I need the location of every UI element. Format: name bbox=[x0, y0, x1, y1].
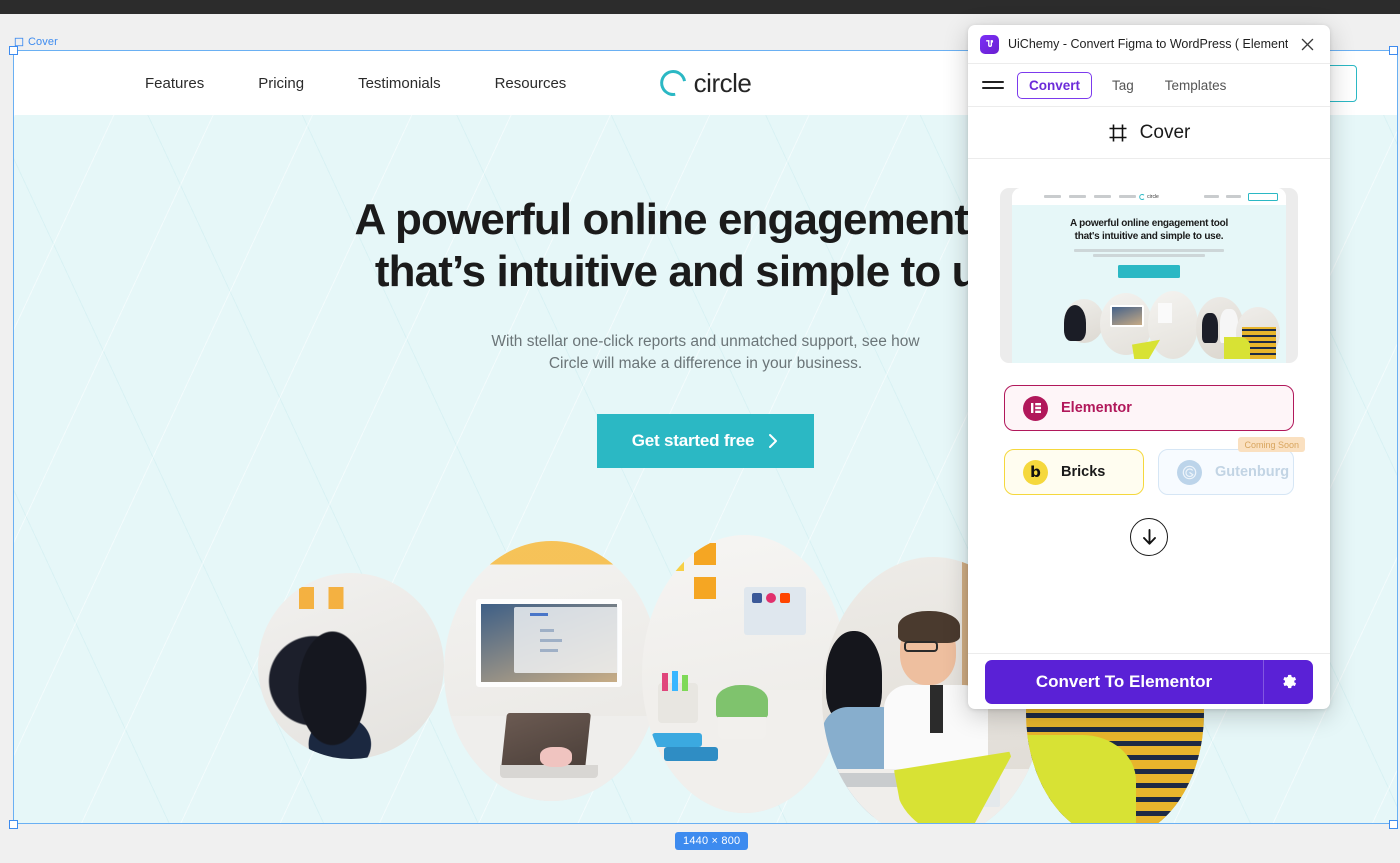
collage-photo-1 bbox=[258, 573, 444, 759]
platform-label-bricks: Bricks bbox=[1061, 464, 1106, 480]
nav-link-resources[interactable]: Resources bbox=[495, 75, 567, 92]
platform-option-gutenburg: Gutenburg Coming Soon bbox=[1158, 437, 1305, 495]
nav-link-pricing[interactable]: Pricing bbox=[258, 75, 304, 92]
selected-frame-row: Cover bbox=[968, 107, 1330, 159]
nav-links-left: Features Pricing Testimonials Resources bbox=[145, 75, 566, 92]
chevron-right-icon bbox=[769, 433, 778, 448]
plugin-body: circle A powerful online engagement tool… bbox=[968, 159, 1330, 653]
download-arrow-icon[interactable] bbox=[1130, 518, 1168, 556]
platform-option-bricks[interactable]: b Bricks bbox=[1004, 449, 1144, 495]
hamburger-menu-icon[interactable] bbox=[982, 78, 1004, 92]
frame-label[interactable]: Cover bbox=[14, 36, 58, 48]
tab-tag[interactable]: Tag bbox=[1101, 73, 1145, 98]
uichemy-plugin-panel[interactable]: UiChemy - Convert Figma to WordPress ( E… bbox=[968, 25, 1330, 709]
gutenburg-icon bbox=[1177, 459, 1202, 485]
preview-heading-line1: A powerful online engagement tool bbox=[1069, 218, 1229, 229]
selection-handle-top-left[interactable] bbox=[9, 46, 18, 55]
elementor-icon bbox=[1023, 395, 1048, 421]
nav-link-features[interactable]: Features bbox=[145, 75, 204, 92]
preview-logo-text: circle bbox=[1147, 193, 1159, 200]
preview-navbar: circle bbox=[1012, 188, 1286, 205]
collage-photo-2 bbox=[444, 541, 659, 801]
plugin-tab-bar: Convert Tag Templates bbox=[968, 64, 1330, 107]
site-logo[interactable]: circle bbox=[654, 64, 752, 102]
frame-dimensions-badge: 1440 × 800 bbox=[675, 832, 749, 850]
circle-ring-icon bbox=[654, 64, 691, 102]
nav-link-testimonials[interactable]: Testimonials bbox=[358, 75, 441, 92]
plugin-footer: Convert To Elementor bbox=[968, 653, 1330, 709]
hero-subtitle-line2: Circle will make a difference in your bu… bbox=[548, 355, 863, 373]
collage-photo-3 bbox=[642, 535, 847, 813]
hero-heading-line2: that’s intuitive and simple to use. bbox=[374, 246, 1037, 296]
bricks-icon: b bbox=[1023, 459, 1048, 485]
close-icon[interactable] bbox=[1297, 34, 1317, 54]
selection-handle-bottom-right[interactable] bbox=[1389, 820, 1398, 829]
get-started-label: Get started free bbox=[631, 430, 755, 450]
tab-templates[interactable]: Templates bbox=[1154, 73, 1238, 98]
plugin-title-text: UiChemy - Convert Figma to WordPress ( E… bbox=[1008, 37, 1288, 51]
selection-handle-top-right[interactable] bbox=[1389, 46, 1398, 55]
frame-preview[interactable]: circle A powerful online engagement tool… bbox=[1000, 188, 1298, 363]
frame-icon bbox=[1109, 124, 1127, 141]
uichemy-logo-icon bbox=[980, 34, 999, 54]
selection-handle-bottom-left[interactable] bbox=[9, 820, 18, 829]
figma-top-bar bbox=[0, 0, 1400, 14]
platform-label-gutenburg: Gutenburg bbox=[1215, 464, 1290, 480]
selected-frame-name: Cover bbox=[1139, 121, 1191, 143]
coming-soon-badge: Coming Soon bbox=[1238, 437, 1305, 452]
platform-label-elementor: Elementor bbox=[1061, 400, 1132, 416]
hero-subtitle-line1: With stellar one-click reports and unmat… bbox=[491, 332, 920, 350]
convert-to-elementor-button[interactable]: Convert To Elementor bbox=[985, 659, 1263, 704]
plugin-title-bar: UiChemy - Convert Figma to WordPress ( E… bbox=[968, 25, 1330, 64]
hero-heading-line1: A powerful online engagement tool bbox=[354, 195, 1057, 244]
settings-button[interactable] bbox=[1263, 659, 1313, 704]
circle-ring-icon bbox=[1139, 193, 1146, 200]
frame-label-text: Cover bbox=[28, 36, 58, 48]
platform-selector: Elementor b Bricks Gutenburg Coming Soon bbox=[1004, 385, 1305, 495]
gear-icon bbox=[1283, 674, 1296, 689]
get-started-button[interactable]: Get started free bbox=[596, 413, 815, 468]
tab-convert[interactable]: Convert bbox=[1017, 71, 1093, 99]
site-logo-text: circle bbox=[693, 67, 752, 98]
platform-option-elementor[interactable]: Elementor bbox=[1004, 385, 1294, 431]
preview-hero: A powerful online engagement tool that's… bbox=[1012, 205, 1286, 363]
preview-heading-line2: that's intuitive and simple to use. bbox=[1074, 230, 1224, 242]
